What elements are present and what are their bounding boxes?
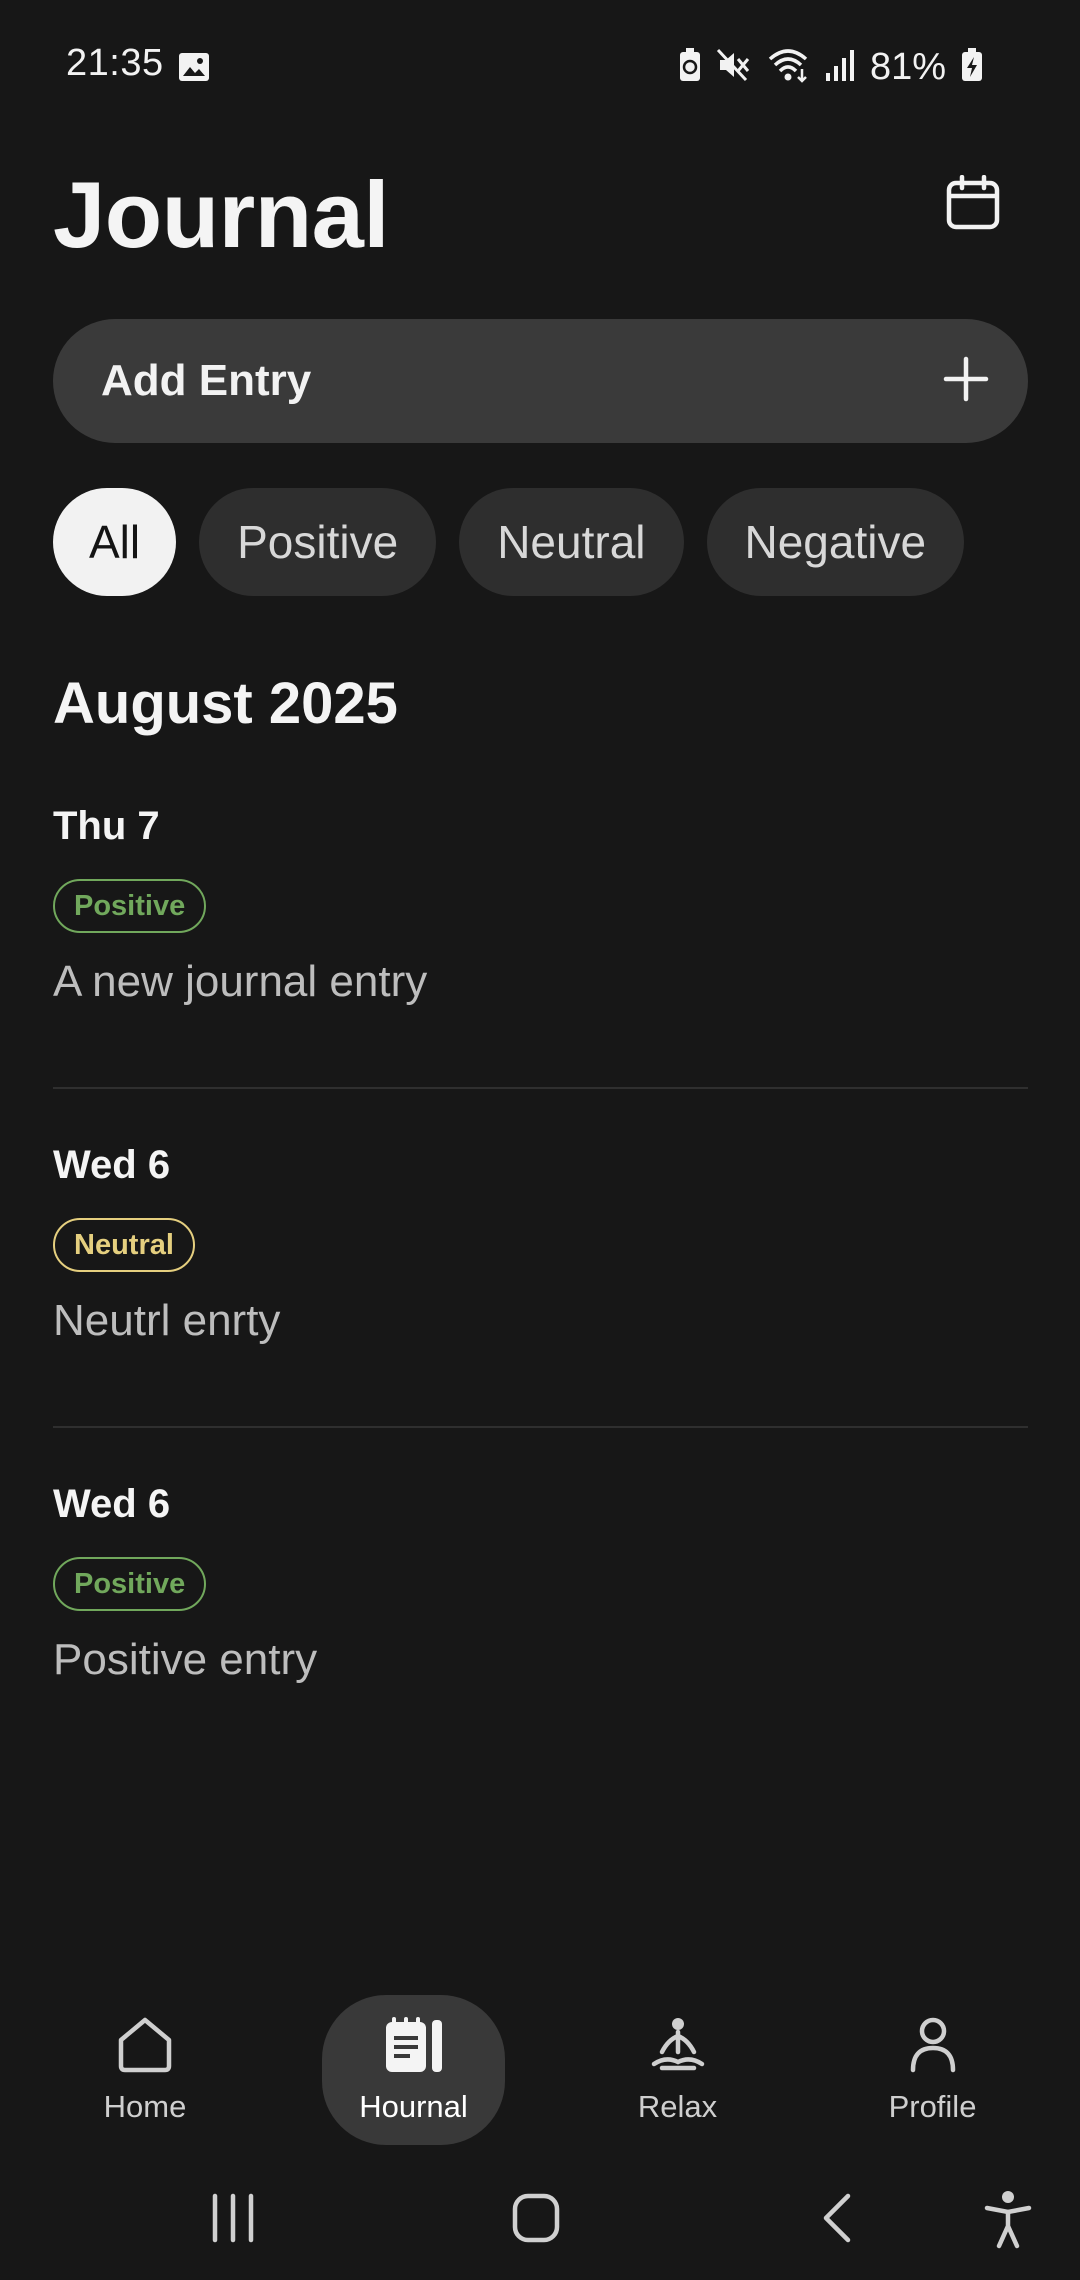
nav-item-profile[interactable]: Profile — [855, 1995, 1010, 2145]
entry-date: Wed 6 — [53, 1143, 171, 1187]
signal-icon — [824, 47, 856, 88]
status-icons: 81% — [678, 42, 984, 92]
battery-charging-icon — [960, 47, 984, 88]
mood-badge: Neutral — [53, 1218, 195, 1272]
journal-entry[interactable]: Wed 6 Positive Positive entry — [53, 1479, 1028, 1685]
entry-text: Positive entry — [53, 1635, 318, 1684]
calendar-button[interactable] — [938, 170, 1008, 240]
image-icon — [178, 52, 210, 87]
calendar-icon — [945, 174, 1001, 236]
nav-item-relax[interactable]: Relax — [600, 1995, 755, 2145]
profile-icon — [903, 2016, 963, 2079]
bottom-navigation: Home Hournal Relax Profile — [0, 1995, 1080, 2145]
wifi-icon — [766, 47, 810, 88]
nav-label: Relax — [637, 2088, 718, 2124]
battery-saver-icon — [678, 47, 702, 88]
meditation-icon — [648, 2016, 708, 2079]
journal-entry[interactable]: Wed 6 Neutral Neutrl enrty — [53, 1140, 1028, 1346]
battery-percent: 81% — [869, 45, 946, 88]
mood-filter-chips: All Positive Neutral Negative — [53, 488, 965, 596]
home-button-icon[interactable] — [511, 2190, 561, 2251]
divider — [53, 1426, 1028, 1428]
entry-date: Thu 7 — [53, 804, 160, 848]
nav-label: Hournal — [359, 2088, 468, 2124]
page-title: Journal — [53, 162, 390, 267]
system-navigation-bar — [0, 2160, 1080, 2280]
entry-date: Wed 6 — [53, 1482, 171, 1526]
filter-chip-neutral[interactable]: Neutral — [459, 488, 684, 596]
plus-icon — [942, 355, 990, 408]
status-time: 21:35 — [66, 42, 164, 84]
mute-icon — [716, 47, 752, 88]
accessibility-icon[interactable] — [983, 2190, 1033, 2255]
journal-entry[interactable]: Thu 7 Positive A new journal entry — [53, 801, 1028, 1007]
nav-label: Home — [103, 2088, 187, 2124]
back-icon[interactable] — [818, 2190, 858, 2251]
nav-item-journal[interactable]: Hournal — [322, 1995, 505, 2145]
month-heading: August 2025 — [53, 671, 398, 736]
filter-chip-positive[interactable]: Positive — [199, 488, 437, 596]
journal-icon — [384, 2016, 444, 2079]
filter-chip-negative[interactable]: Negative — [706, 488, 965, 596]
status-bar: 21:35 81% — [0, 0, 1080, 135]
mood-badge: Positive — [53, 879, 207, 933]
home-icon — [115, 2016, 175, 2079]
add-entry-button[interactable]: Add Entry — [53, 319, 1028, 443]
nav-item-home[interactable]: Home — [60, 1995, 230, 2145]
add-entry-label: Add Entry — [101, 356, 312, 405]
filter-chip-all[interactable]: All — [53, 488, 177, 596]
recent-apps-icon[interactable] — [210, 2190, 256, 2251]
divider — [53, 1087, 1028, 1089]
nav-label: Profile — [888, 2088, 977, 2124]
entry-text: A new journal entry — [53, 957, 428, 1006]
mood-badge: Positive — [53, 1557, 207, 1611]
entry-text: Neutrl enrty — [53, 1296, 281, 1345]
